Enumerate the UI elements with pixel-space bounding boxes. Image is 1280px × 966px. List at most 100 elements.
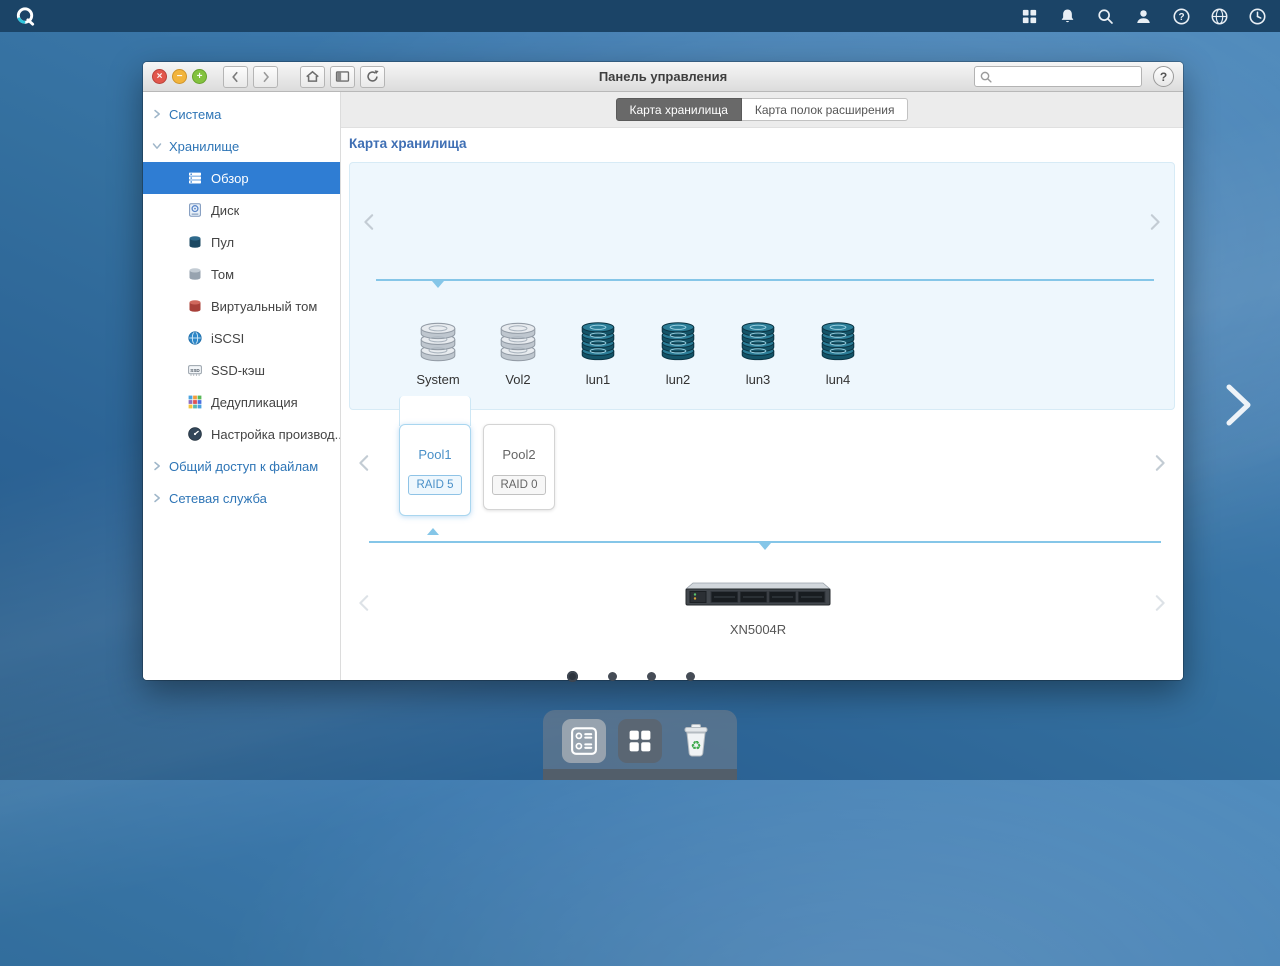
maximize-button[interactable]: + [192,69,207,84]
system-topbar: ? [0,0,1280,32]
page-dot-active[interactable] [567,671,578,682]
volume-label: System [398,372,478,387]
dock-app-center-button[interactable] [618,719,662,763]
page-dot[interactable] [647,672,656,681]
window-search-input[interactable] [974,66,1142,87]
map-connector-arrow [759,543,771,550]
sidebar-group-label: Общий доступ к файлам [169,459,318,474]
minimize-button[interactable]: − [172,69,187,84]
sidebar-group-system[interactable]: Система [143,98,340,130]
sidebar-item-virtual-volume[interactable]: Виртуальный том [143,290,340,322]
volume-label: lun3 [718,372,798,387]
volume-item[interactable]: lun1 [558,321,638,387]
storage-manager-icon [567,724,601,758]
sidebar-item-volume[interactable]: Том [143,258,340,290]
pools-scroll-right-chevron[interactable] [1151,452,1169,474]
sidebar-item-disk[interactable]: Диск [143,194,340,226]
chevron-right-icon [152,493,162,503]
pool-name: Pool1 [400,447,470,462]
sidebar-item-label: Диск [211,203,239,218]
maximize-icon: + [197,72,203,82]
enclosure-scroll-left-chevron[interactable] [355,592,373,614]
dock-storage-manager-button[interactable] [562,719,606,763]
desktop-next-page-chevron[interactable] [1224,382,1254,433]
page-title: Карта хранилища [349,136,467,151]
page-dot[interactable] [608,672,617,681]
svg-text:?: ? [1178,12,1184,23]
enclosure-scroll-right-chevron[interactable] [1151,592,1169,614]
volume-item[interactable]: lun2 [638,321,718,387]
columns-icon [334,68,351,85]
scroll-right-chevron[interactable] [1146,211,1164,233]
user-icon[interactable] [1133,6,1154,27]
sidebar-group-file-sharing[interactable]: Общий доступ к файлам [143,450,340,482]
performance-gauge-icon [187,426,203,442]
back-button[interactable] [223,66,248,88]
chevron-right-icon [152,461,162,471]
minimize-icon: − [177,72,183,82]
tab-expansion-shelf-map[interactable]: Карта полок расширения [742,98,909,121]
volume-item[interactable]: Vol2 [478,321,558,387]
svg-text:SSD: SSD [190,368,200,373]
tab-storage-map[interactable]: Карта хранилища [616,98,742,121]
notifications-bell-icon[interactable] [1057,6,1078,27]
pool-name: Pool2 [484,447,554,462]
enclosure-image[interactable] [683,580,833,610]
clock-icon[interactable] [1247,6,1268,27]
apps-grid-icon[interactable] [1019,6,1040,27]
raid-badge: RAID 5 [408,475,461,495]
refresh-icon [364,68,381,85]
sidebar-group-storage[interactable]: Хранилище [143,130,340,162]
dock-recycle-bin-button[interactable]: ♻ [674,719,718,763]
language-globe-icon[interactable] [1209,6,1230,27]
app-center-icon [624,725,656,757]
volume-label: lun2 [638,372,718,387]
help-icon[interactable]: ? [1171,6,1192,27]
sidebar-item-ssd-cache[interactable]: SSD SSD-кэш [143,354,340,386]
sidebar-item-label: Обзор [211,171,249,186]
recycle-bin-icon: ♻ [676,721,716,761]
sidebar-item-deduplication[interactable]: Дедупликация [143,386,340,418]
volume-item[interactable]: lun4 [798,321,878,387]
overview-icon [187,170,203,186]
sidebar-item-performance[interactable]: Настройка производ... [143,418,340,450]
control-panel-window: × − + Панель управления ? [143,62,1183,680]
disk-icon [187,202,203,218]
desktop-dock: ♻ [543,710,737,780]
window-help-button[interactable]: ? [1153,66,1174,87]
scroll-left-chevron[interactable] [360,211,378,233]
search-icon[interactable] [1095,6,1116,27]
sidebar-item-label: Том [211,267,234,282]
sidebar-group-network-service[interactable]: Сетевая служба [143,482,340,514]
pool-card-pool1[interactable]: Pool1 RAID 5 [399,424,471,516]
content-area: Карта хранилища Карта полок расширения К… [341,92,1183,680]
window-title: Панель управления [599,69,727,84]
virtual-volume-icon [187,298,203,314]
forward-button[interactable] [253,66,278,88]
sidebar-item-label: Виртуальный том [211,299,317,314]
pool-icon [187,234,203,250]
page-dot[interactable] [686,672,695,681]
pools-scroll-left-chevron[interactable] [355,452,373,474]
volume-item[interactable]: System [398,321,478,387]
map-connector-arrow [427,528,439,535]
pool-card-pool2[interactable]: Pool2 RAID 0 [483,424,555,510]
desktop-page-dots [567,671,695,682]
volume-item[interactable]: lun3 [718,321,798,387]
chevron-down-icon [152,141,162,151]
refresh-button[interactable] [360,66,385,88]
sidebar-item-pool[interactable]: Пул [143,226,340,258]
lun-disk-icon [737,321,779,363]
sidebar-item-iscsi[interactable]: iSCSI [143,322,340,354]
sidebar-toggle-button[interactable] [330,66,355,88]
volumes-row: System Vol2 lun1 lun2 [398,321,878,387]
help-glyph: ? [1160,70,1167,84]
deduplication-icon [187,394,203,410]
lun-disk-icon [577,321,619,363]
home-button[interactable] [300,66,325,88]
sidebar-item-overview[interactable]: Обзор [143,162,340,194]
sidebar-group-label: Сетевая служба [169,491,267,506]
close-button[interactable]: × [152,69,167,84]
lun-disk-icon [657,321,699,363]
qsan-logo[interactable] [12,3,38,29]
